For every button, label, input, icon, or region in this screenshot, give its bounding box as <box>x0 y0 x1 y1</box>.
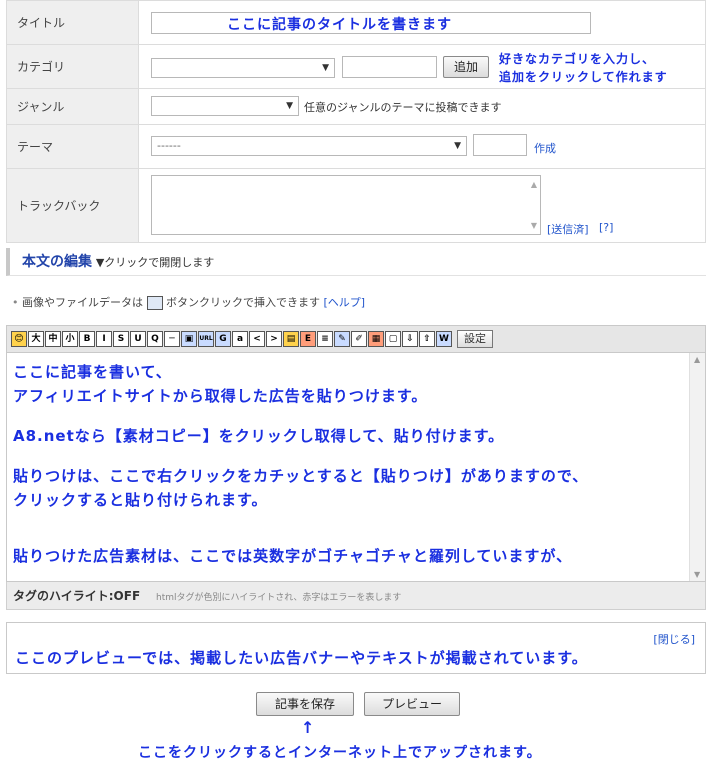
url-icon[interactable]: URL <box>198 331 214 347</box>
preview-annotation: ここのプレビューでは、掲載したい広告バナーやテキストが掲載されています。 <box>15 649 588 667</box>
settings-button[interactable]: 設定 <box>457 330 493 348</box>
tag-highlight-bar: タグのハイライト:OFF htmlタグが色別にハイライトされ、赤字はエラーを表し… <box>6 582 706 610</box>
emoji-icon[interactable]: 😊 <box>11 331 27 347</box>
hint-suffix: ボタンクリックで挿入できます <box>166 296 320 309</box>
right-tag-icon[interactable]: > <box>266 331 282 347</box>
hr-icon[interactable]: ─ <box>164 331 180 347</box>
editor-line: 貼りつけは、ここで右クリックをカチッとすると【貼りつけ】がありますので、 <box>13 467 589 485</box>
title-annotation: ここに記事のタイトルを書きます <box>227 17 452 33</box>
scroll-up-icon[interactable]: ▲ <box>694 355 700 364</box>
editor-line: アフィリエイトサイトから取得した広告を貼りつけます。 <box>13 387 428 405</box>
tag-highlight-description: htmlタグが色別にハイライトされ、赤字はエラーを表します <box>155 593 402 603</box>
chevron-down-icon: ▼ <box>322 63 329 73</box>
quote-icon[interactable]: Q <box>147 331 163 347</box>
image-icon <box>146 296 163 310</box>
strike-icon[interactable]: S <box>113 331 129 347</box>
emoji-insert-icon[interactable]: E <box>300 331 316 347</box>
editor-toolbar: 😊 大 中 小 B I S U Q ─ ▣ URL G a < > ▤ E ≡ … <box>6 325 706 353</box>
genre-select[interactable]: ▼ <box>151 96 299 116</box>
chevron-down-icon: ▼ <box>454 141 461 151</box>
align-icon[interactable]: ≡ <box>317 331 333 347</box>
tag-highlight-toggle[interactable]: タグのハイライト:OFF <box>13 589 140 603</box>
preview-panel: [閉じる] ここのプレビューでは、掲載したい広告バナーやテキストが掲載されていま… <box>6 622 706 674</box>
genre-label: ジャンル <box>6 88 139 125</box>
editor-line: ここに記事を書いて、 <box>13 363 172 381</box>
hint-prefix: 画像やファイルデータは <box>22 296 143 309</box>
frame-icon[interactable]: ▢ <box>385 331 401 347</box>
entry-form-table: タイトル ここに記事のタイトルを書きます カテゴリ ▼ 追加 好きなカテゴリを入… <box>6 0 706 243</box>
marker-icon[interactable]: ✐ <box>351 331 367 347</box>
body-edit-heading: 本文の編集 <box>22 254 92 270</box>
editor-line: 貼りつけた広告素材は、ここでは英数字がゴチャゴチャと羅列していますが、 <box>13 547 573 565</box>
theme-create-link[interactable]: 作成 <box>534 140 556 156</box>
bold-icon[interactable]: B <box>79 331 95 347</box>
category-annotation-1: 好きなカテゴリを入力し、 <box>499 52 656 66</box>
chevron-down-icon: ▼ <box>286 101 293 111</box>
theme-label: テーマ <box>6 124 139 169</box>
font-medium-icon[interactable]: 中 <box>45 331 61 347</box>
category-annotation-2: 追加をクリックして作れます <box>499 70 668 84</box>
add-category-button[interactable]: 追加 <box>443 56 489 78</box>
arrow-up-icon: ↑ <box>301 718 316 737</box>
theme-new-input[interactable] <box>473 134 527 156</box>
trackback-help-link[interactable]: [?] <box>599 221 613 234</box>
editor-scrollbar[interactable]: ▲ ▼ <box>689 353 705 581</box>
help-link[interactable]: [ヘルプ] <box>324 296 366 309</box>
italic-icon[interactable]: I <box>96 331 112 347</box>
category-label: カテゴリ <box>6 44 139 89</box>
font-small-icon[interactable]: 小 <box>62 331 78 347</box>
genre-note: 任意のジャンルのテーマに投稿できます <box>304 101 502 114</box>
body-edit-toggle[interactable]: ▼クリックで開閉します <box>96 256 214 269</box>
preview-button[interactable]: プレビュー <box>364 692 460 716</box>
amazon-icon[interactable]: a <box>232 331 248 347</box>
title-label: タイトル <box>6 0 139 45</box>
trackback-textarea[interactable]: ▲ ▼ <box>151 175 541 235</box>
upload-icon[interactable]: ⇧ <box>419 331 435 347</box>
new-category-input[interactable] <box>342 56 437 78</box>
save-annotation: ここをクリックするとインターネット上でアップされます。 <box>138 745 542 761</box>
insert-hint: • 画像やファイルデータは ボタンクリックで挿入できます [ヘルプ] <box>12 296 366 310</box>
body-edit-header[interactable]: 本文の編集 ▼クリックで開閉します <box>6 248 706 276</box>
scroll-up-icon[interactable]: ▲ <box>531 180 537 189</box>
save-article-button[interactable]: 記事を保存 <box>256 692 354 716</box>
editor-line: クリックすると貼り付けられます。 <box>13 491 268 509</box>
calendar-icon[interactable]: ▦ <box>368 331 384 347</box>
category-select[interactable]: ▼ <box>151 58 335 78</box>
scroll-down-icon[interactable]: ▼ <box>694 570 700 579</box>
preview-close-link[interactable]: [閉じる] <box>653 631 695 647</box>
theme-select[interactable]: ------ ▼ <box>151 136 467 156</box>
body-editor[interactable]: ここに記事を書いて、 アフィリエイトサイトから取得した広告を貼りつけます。 A8… <box>6 352 706 582</box>
google-icon[interactable]: G <box>215 331 231 347</box>
editor-line: A8.netなら【素材コピー】をクリックし取得して、貼り付けます。 <box>13 427 505 445</box>
file-icon[interactable]: ▤ <box>283 331 299 347</box>
underline-icon[interactable]: U <box>130 331 146 347</box>
font-large-icon[interactable]: 大 <box>28 331 44 347</box>
trackback-label: トラックバック <box>6 168 139 243</box>
pencil-icon[interactable]: ✎ <box>334 331 350 347</box>
word-icon[interactable]: W <box>436 331 452 347</box>
image-insert-icon[interactable]: ▣ <box>181 331 197 347</box>
trackback-sent-link[interactable]: [送信済] <box>547 221 589 237</box>
left-tag-icon[interactable]: < <box>249 331 265 347</box>
download-icon[interactable]: ⇩ <box>402 331 418 347</box>
scroll-down-icon[interactable]: ▼ <box>531 221 537 230</box>
